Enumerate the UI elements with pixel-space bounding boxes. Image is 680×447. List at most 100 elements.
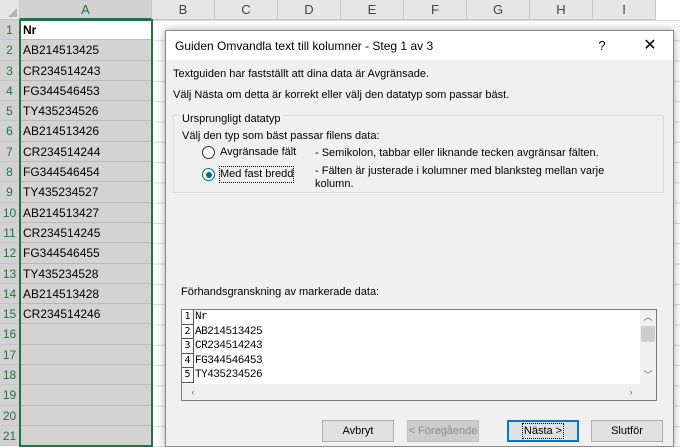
radio-delimited-icon[interactable] xyxy=(202,146,215,159)
preview-row-text: Nr xyxy=(195,311,208,323)
row-header-9[interactable]: 9 xyxy=(0,182,20,203)
cell-a13[interactable]: TY435234528 xyxy=(20,263,152,284)
radio-delimited[interactable]: Avgränsade fält xyxy=(202,145,296,160)
preview-box[interactable]: 1 Nr 2 AB214513425 3 CR234514243 4 FG344546453 5… xyxy=(181,309,657,401)
preview-scroll-thumb[interactable] xyxy=(641,326,655,342)
row-header-20[interactable]: 20 xyxy=(0,405,20,426)
preview-row-number: 5 xyxy=(182,368,194,383)
row-header-13[interactable]: 13 xyxy=(0,263,20,284)
row-header-8[interactable]: 8 xyxy=(0,162,20,183)
help-button[interactable]: ? xyxy=(587,36,617,56)
row-headers: 1 2 3 4 5 6 7 8 9 10 11 12 13 14 15 16 17 18 19 20 21 xyxy=(0,20,20,447)
radio-fixed-width-icon[interactable] xyxy=(202,168,215,181)
row-header-19[interactable]: 19 xyxy=(0,385,20,406)
cell-a11[interactable]: CR234514245 xyxy=(20,222,152,244)
cancel-button[interactable]: Avbryt xyxy=(322,420,394,442)
preview-label: Förhandsgranskning av markerade data: xyxy=(181,286,380,298)
row-header-1[interactable]: 1 xyxy=(0,20,20,41)
row-header-10[interactable]: 10 xyxy=(0,202,20,223)
cell-a10[interactable]: AB214513427 xyxy=(20,202,152,223)
intro-text-1: Textguiden har fastställt att dina data … xyxy=(173,68,430,80)
cell-a14[interactable]: AB214513428 xyxy=(20,283,152,305)
preview-horizontal-scrollbar[interactable]: ‹ › xyxy=(182,384,642,400)
radio-fixed-width-label[interactable]: Med fast bredd xyxy=(218,166,295,183)
cell-a5[interactable]: TY435234526 xyxy=(20,101,152,122)
cell-a15[interactable]: CR234514246 xyxy=(20,304,152,325)
scrollbar-corner xyxy=(640,384,656,400)
column-header-d[interactable]: D xyxy=(278,0,341,20)
column-headers: ABCDEFGHI xyxy=(20,0,656,20)
cell-a21[interactable] xyxy=(20,425,152,447)
preview-row-text: TY435234526 xyxy=(195,369,263,381)
back-button[interactable]: < Föregående xyxy=(407,420,479,442)
row-header-11[interactable]: 11 xyxy=(0,222,20,244)
preview-rows: 1 Nr 2 AB214513425 3 CR234514243 4 FG344546453 5… xyxy=(182,310,642,384)
row-header-18[interactable]: 18 xyxy=(0,365,20,386)
dialog-title: Guiden Omvandla text till kolumner - Ste… xyxy=(175,39,434,53)
row-header-5[interactable]: 5 xyxy=(0,101,20,122)
row-header-16[interactable]: 16 xyxy=(0,324,20,345)
radio-fixed-width-description: - Fälten är justerade i kolumner med bla… xyxy=(315,165,605,190)
row-header-14[interactable]: 14 xyxy=(0,283,20,305)
cell-a9[interactable]: TY435234527 xyxy=(20,182,152,203)
data-type-group: Ursprungligt datatyp Välj den typ som bä… xyxy=(173,113,664,193)
group-instruction: Välj den typ som bäst passar filens data… xyxy=(182,130,380,142)
row-header-15[interactable]: 15 xyxy=(0,304,20,325)
next-button-label: Nästa > xyxy=(521,423,565,439)
cell-a2[interactable]: AB214513425 xyxy=(20,40,152,61)
column-header-g[interactable]: G xyxy=(467,0,530,20)
cell-a6[interactable]: AB214513426 xyxy=(20,121,152,142)
close-icon[interactable]: ✕ xyxy=(635,35,665,57)
cell-a1[interactable]: Nr xyxy=(20,20,152,41)
radio-delimited-description: - Semikolon, tabbar eller liknande tecke… xyxy=(315,147,599,159)
row-header-12[interactable]: 12 xyxy=(0,243,20,264)
finish-button[interactable]: Slutför xyxy=(591,420,663,442)
cell-a3[interactable]: CR234514243 xyxy=(20,60,152,81)
preview-row-number: 2 xyxy=(182,324,194,339)
preview-row: 3 CR234514243 xyxy=(182,339,642,354)
row-header-21[interactable]: 21 xyxy=(0,425,20,447)
column-header-b[interactable]: B xyxy=(152,0,215,20)
scroll-up-icon[interactable]: ︿ xyxy=(640,310,656,324)
cell-a18[interactable] xyxy=(20,365,152,386)
row-header-2[interactable]: 2 xyxy=(0,40,20,61)
radio-fixed-width[interactable]: Med fast bredd xyxy=(202,166,295,183)
row-header-3[interactable]: 3 xyxy=(0,60,20,81)
column-header-e[interactable]: E xyxy=(341,0,404,20)
preview-row-text: CR234514243 xyxy=(195,340,263,352)
cell-a7[interactable]: CR234514244 xyxy=(20,141,152,163)
cell-a17[interactable] xyxy=(20,344,152,366)
cell-a8[interactable]: FG344546454 xyxy=(20,162,152,183)
column-header-c[interactable]: C xyxy=(215,0,278,20)
cancel-button-label: Avbryt xyxy=(342,425,374,437)
scroll-right-icon[interactable]: › xyxy=(626,385,636,399)
cell-a16[interactable] xyxy=(20,324,152,345)
group-legend: Ursprungligt datatyp xyxy=(180,113,283,125)
cell-a12[interactable]: FG344546455 xyxy=(20,243,152,264)
intro-text-2: Välj Nästa om detta är korrekt eller väl… xyxy=(173,89,510,101)
row-header-7[interactable]: 7 xyxy=(0,141,20,163)
cell-a4[interactable]: FG344546453 xyxy=(20,80,152,102)
preview-row: 4 FG344546453 xyxy=(182,353,642,368)
column-header-h[interactable]: H xyxy=(530,0,593,20)
select-all-corner[interactable] xyxy=(0,0,20,20)
row-header-6[interactable]: 6 xyxy=(0,121,20,142)
radio-delimited-label[interactable]: Avgränsade fält xyxy=(220,145,296,160)
row-header-17[interactable]: 17 xyxy=(0,344,20,366)
preview-vertical-scrollbar[interactable]: ︿ ﹀ xyxy=(640,310,656,384)
cell-a19[interactable] xyxy=(20,385,152,406)
next-button[interactable]: Nästa > xyxy=(507,420,579,442)
dialog-titlebar[interactable]: Guiden Omvandla text till kolumner - Ste… xyxy=(166,31,673,60)
column-header-f[interactable]: F xyxy=(404,0,467,20)
column-header-i[interactable]: I xyxy=(593,0,656,20)
cell-a20[interactable] xyxy=(20,405,152,426)
scroll-left-icon[interactable]: ‹ xyxy=(188,385,198,399)
row-header-4[interactable]: 4 xyxy=(0,80,20,102)
back-button-label: < Föregående xyxy=(408,425,478,437)
preview-row: 2 AB214513425 xyxy=(182,324,642,339)
preview-row: 1 Nr xyxy=(182,310,642,325)
column-header-a[interactable]: A xyxy=(20,0,152,20)
preview-row-number: 4 xyxy=(182,353,194,368)
preview-row-text: FG344546453 xyxy=(195,354,263,367)
scroll-down-icon[interactable]: ﹀ xyxy=(640,368,656,382)
